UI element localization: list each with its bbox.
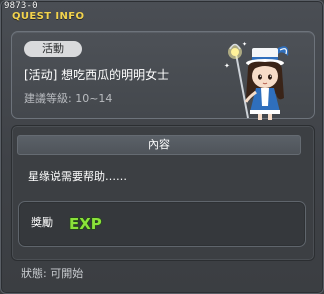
exp-icon-text: EXP (69, 215, 102, 233)
reward-label: 獎勵 (31, 216, 53, 229)
svg-text:✦: ✦ (242, 41, 247, 48)
npc-portrait: ✦ ✦ (224, 41, 289, 120)
quest-status: 狀態: 可開始 (21, 267, 84, 280)
svg-text:✦: ✦ (224, 62, 230, 70)
recommended-level: 建議等級: 10~14 (24, 92, 113, 105)
quest-content-panel: 內容 星缘说需要帮助…… 獎勵 EXP (11, 125, 315, 261)
quest-info-window: 9873-0 QUEST INFO 活動 [活动] 想吃西瓜的明明女士 建議等級… (0, 0, 324, 294)
quest-summary-panel: 活動 [活动] 想吃西瓜的明明女士 建議等級: 10~14 ✦ ✦ (11, 31, 315, 120)
reward-box: 獎勵 EXP (18, 201, 306, 247)
quest-id: 9873-0 (4, 1, 38, 11)
category-badge: 活動 (24, 41, 82, 57)
window-title: QUEST INFO (12, 11, 85, 22)
quest-description: 星缘说需要帮助…… (28, 170, 127, 183)
exp-icon: EXP (68, 214, 102, 233)
content-header: 內容 (17, 135, 301, 155)
quest-name: [活动] 想吃西瓜的明明女士 (24, 68, 170, 82)
